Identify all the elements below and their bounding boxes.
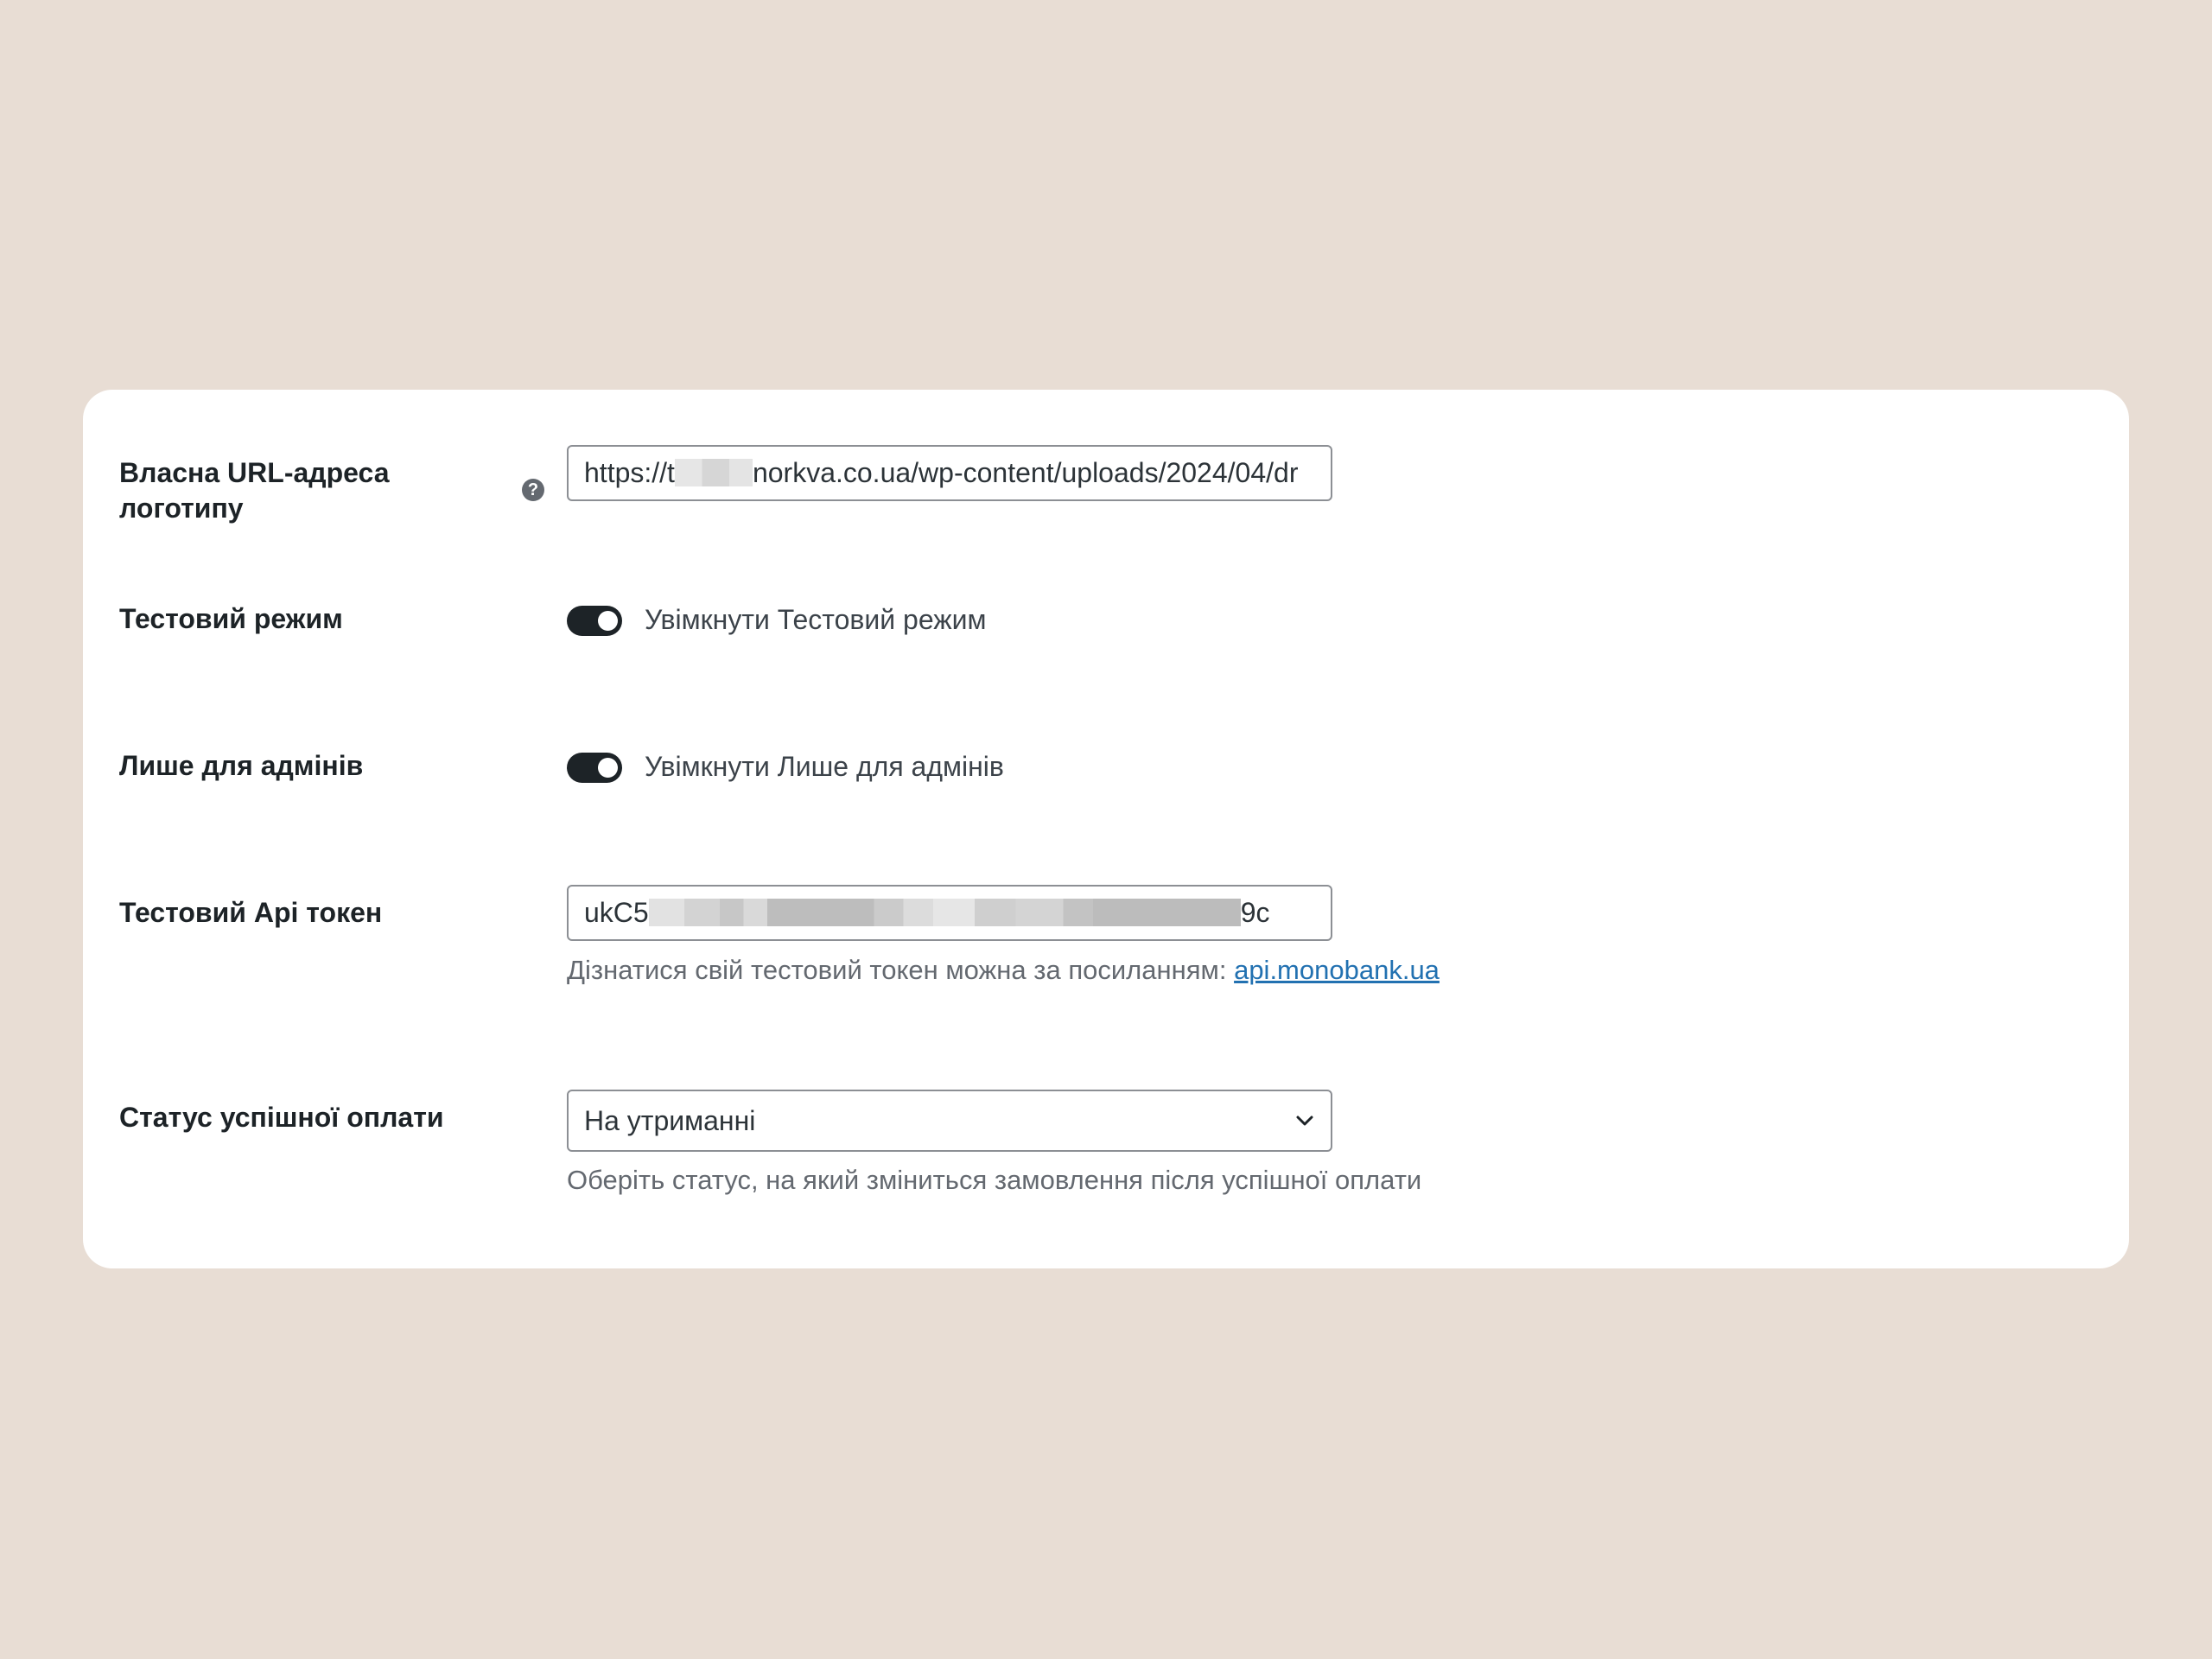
toggle-knob (598, 611, 618, 631)
logo-url-value-end: norkva.co.ua/wp-content/uploads/2024/04/… (752, 457, 1299, 488)
payment-status-selected: На утриманні (584, 1105, 756, 1136)
test-mode-toggle-label[interactable]: Увімкнути Тестовий режим (645, 602, 987, 638)
logo-url-input[interactable]: https://t norkva.co.ua/wp-content/uploads… (567, 445, 1332, 501)
admins-only-toggle-label[interactable]: Увімкнути Лише для адмінів (645, 749, 1004, 785)
logo-url-value-start: https://t (584, 457, 675, 488)
test-mode-toggle[interactable] (567, 606, 622, 636)
api-token-help: Дізнатися свій тестовий токен можна за п… (567, 953, 1440, 988)
toggle-knob (598, 758, 618, 778)
admins-only-toggle[interactable] (567, 753, 622, 783)
question-mark-icon[interactable]: ? (522, 479, 544, 501)
redacted-blur (674, 458, 753, 486)
logo-url-label: Власна URL-адреса логотипу (119, 457, 390, 524)
redacted-blur (648, 898, 1241, 926)
chevron-down-icon (1296, 1116, 1313, 1126)
payment-status-help: Оберіть статус, на який зміниться замовл… (567, 1165, 1422, 1195)
payment-status-label: Статус успішної оплати (119, 1102, 444, 1133)
api-token-help-text: Дізнатися свій тестовий токен можна за п… (567, 955, 1227, 985)
test-api-token-input[interactable]: ukC5 9c (567, 885, 1332, 941)
test-api-token-label: Тестовий Api токен (119, 897, 383, 928)
settings-card: Власна URL-адреса логотипу ? https://t no… (83, 390, 2129, 1268)
admins-only-label: Лише для адмінів (119, 750, 364, 781)
api-token-value-start: ukC5 (584, 897, 649, 928)
payment-status-select[interactable]: На утриманні (567, 1090, 1332, 1152)
monobank-api-link[interactable]: api.monobank.ua (1234, 955, 1440, 985)
api-token-value-end: 9c (1240, 897, 1270, 928)
test-mode-label: Тестовий режим (119, 603, 343, 634)
